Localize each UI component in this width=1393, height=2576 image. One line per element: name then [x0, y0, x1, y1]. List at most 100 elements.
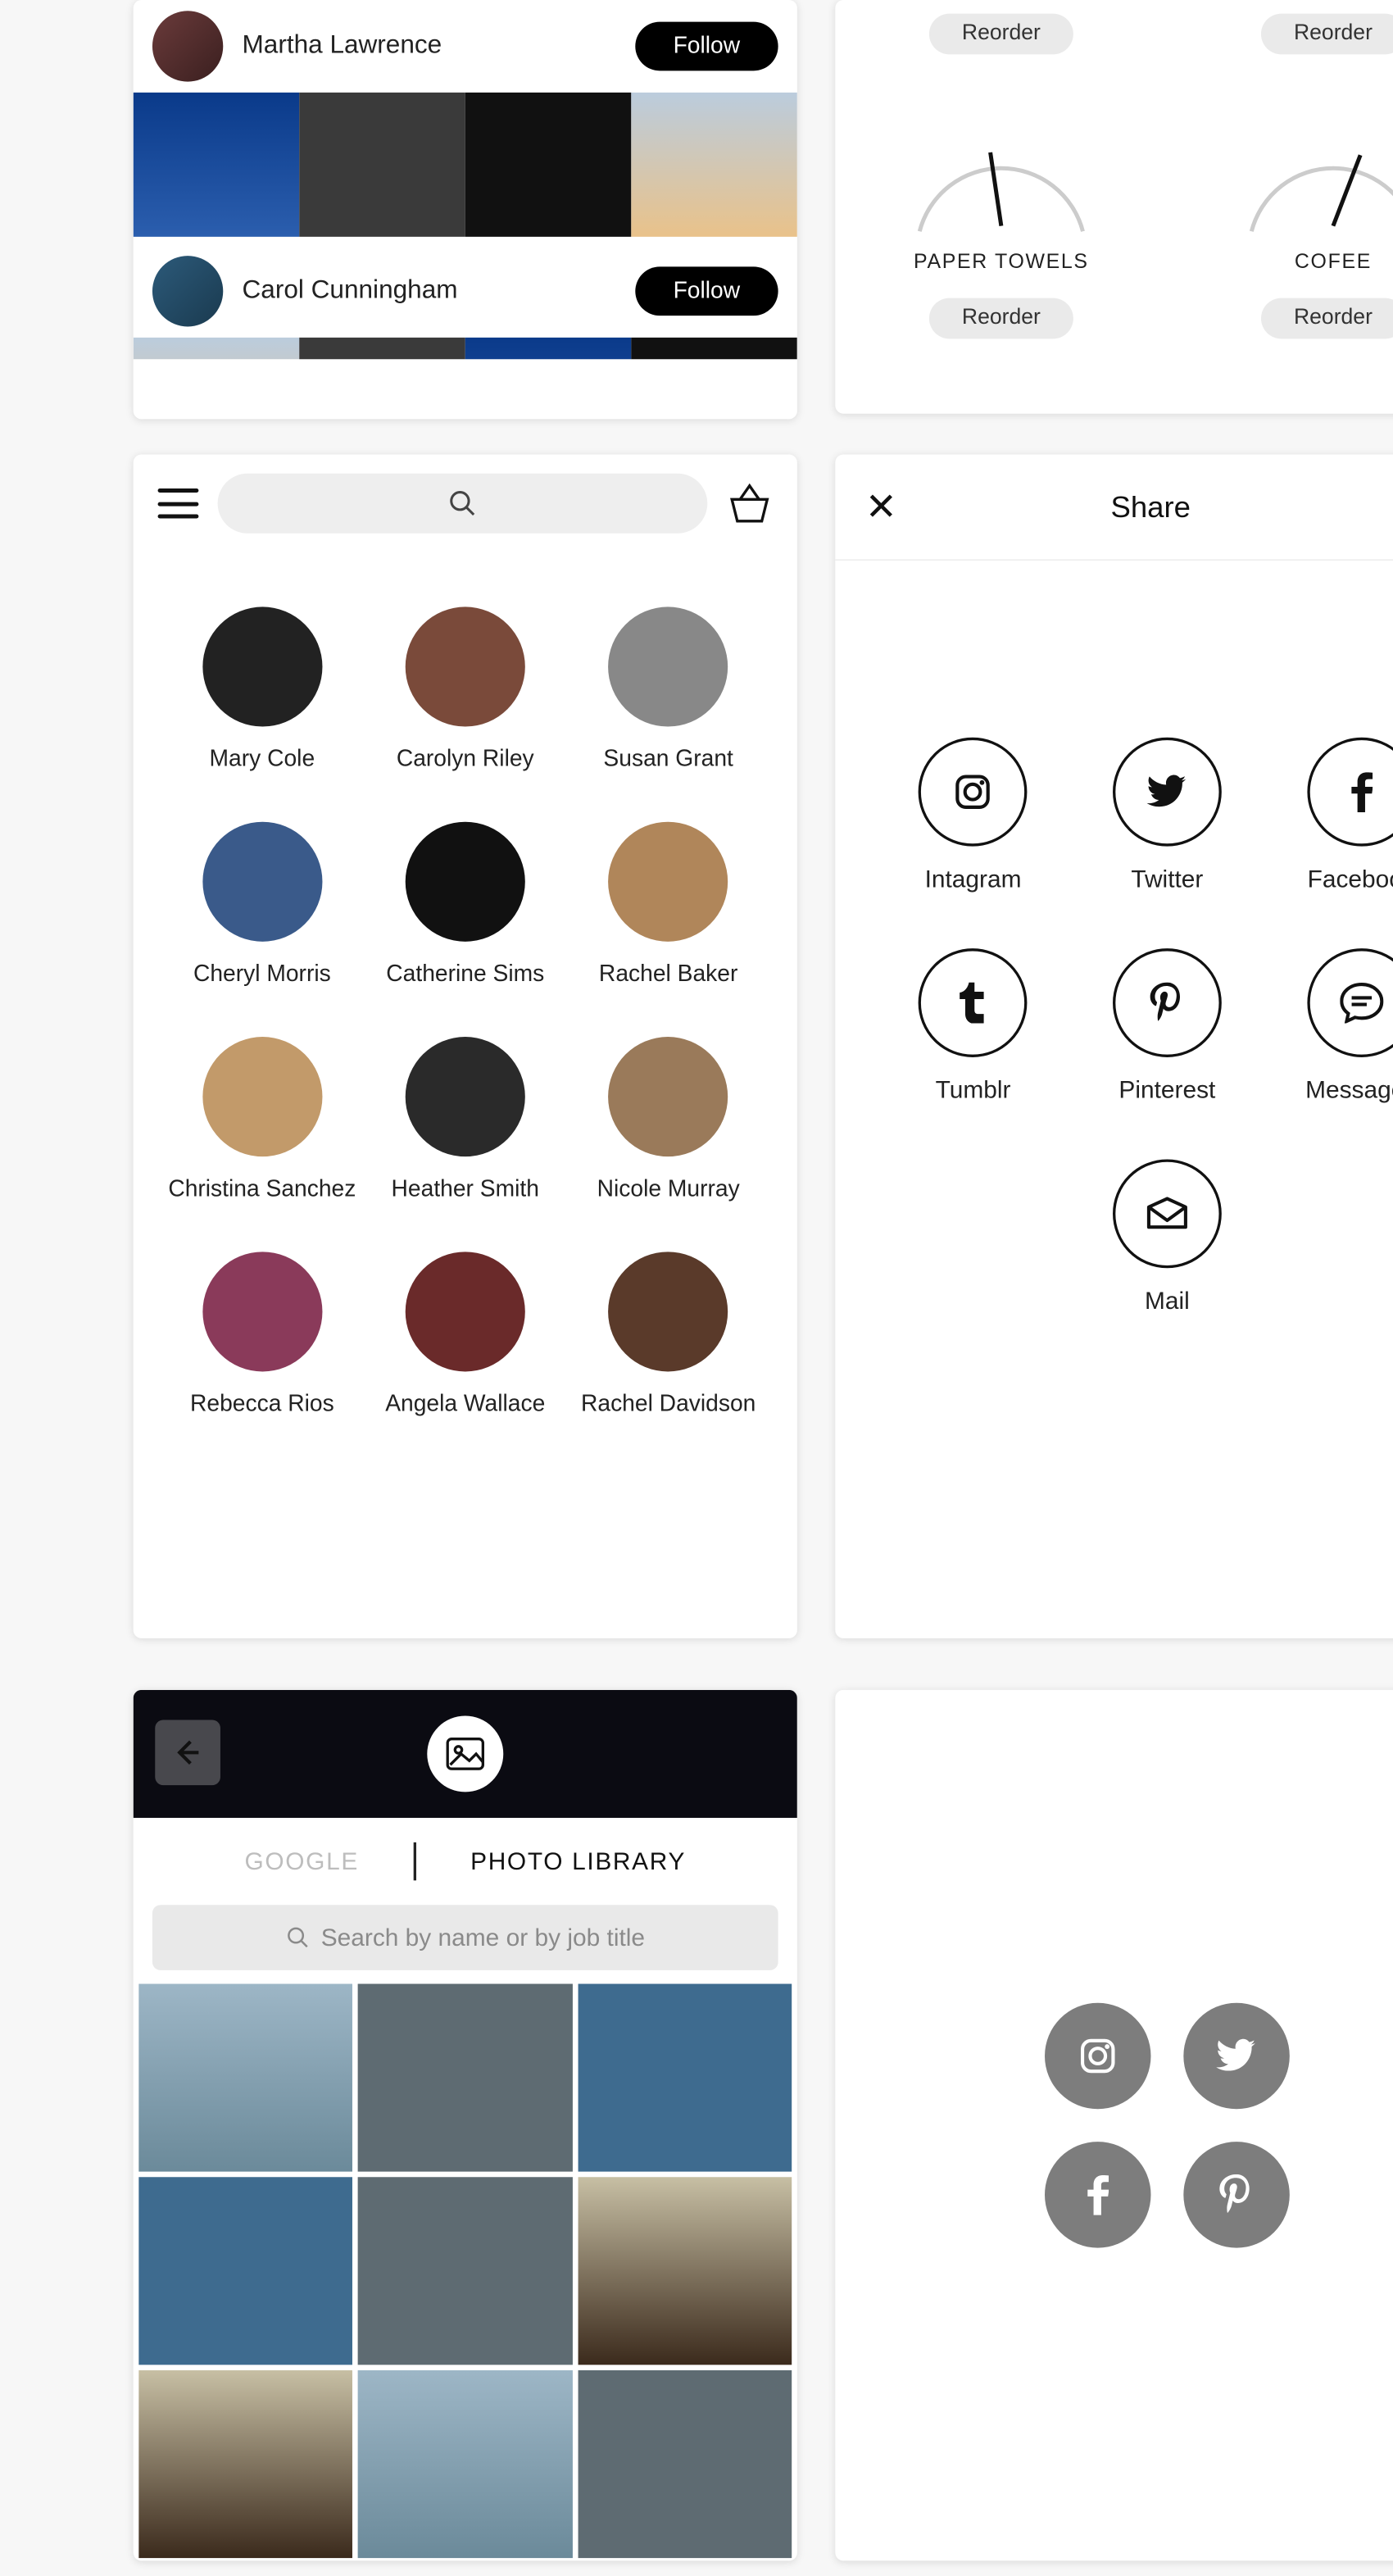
facebook-circle[interactable] [1045, 2142, 1150, 2247]
share-mail[interactable]: Mail [1071, 1159, 1263, 1315]
dial-gauge[interactable] [1238, 128, 1393, 237]
reorder-top-buttons: Reorder Reorder [835, 0, 1393, 79]
avatar[interactable] [152, 11, 223, 81]
share-messages[interactable]: Messages [1265, 948, 1393, 1105]
reorder-item: PAPER TOWELS Reorder [906, 93, 1096, 338]
share-grid: Intagram Twitter Facebook Tumblr Pintere… [835, 561, 1393, 1452]
back-button[interactable] [155, 1720, 220, 1785]
people-grid-panel: Mary ColeCarolyn RileySusan Grant Cheryl… [134, 454, 797, 1638]
pinterest-icon [1150, 983, 1185, 1024]
instagram-circle[interactable] [1045, 2003, 1150, 2109]
social-quad-panel [835, 1690, 1393, 2561]
twitter-icon [1216, 2038, 1257, 2074]
follow-button[interactable]: Follow [635, 22, 778, 71]
photo-thumb[interactable] [138, 1984, 352, 2172]
photo-thumb[interactable] [358, 2370, 572, 2558]
people-grid: Mary ColeCarolyn RileySusan Grant Cheryl… [134, 552, 797, 1499]
user-name: Carol Cunningham [243, 276, 636, 307]
dial-label: COFEE [1295, 250, 1372, 273]
image-icon [447, 1738, 484, 1770]
person[interactable]: Angela Wallace [365, 1252, 565, 1418]
search-placeholder: Search by name or by job title [321, 1924, 645, 1952]
person[interactable]: Cheryl Morris [161, 822, 362, 988]
instagram-icon [953, 771, 994, 812]
dial-gauge[interactable] [906, 128, 1096, 237]
follow-row: Carol Cunningham Follow [134, 245, 797, 338]
person[interactable]: Rachel Davidson [568, 1252, 769, 1418]
thumbnail[interactable] [134, 93, 300, 237]
follow-feed-panel: Martha Lawrence Follow Carol Cunningham … [134, 0, 797, 419]
photo-thumb[interactable] [138, 2177, 352, 2365]
search-input[interactable] [218, 474, 708, 534]
share-pinterest[interactable]: Pinterest [1071, 948, 1263, 1105]
menu-icon[interactable] [158, 488, 199, 519]
reorder-button[interactable]: Reorder [1261, 298, 1393, 339]
thumbnail[interactable] [465, 338, 632, 360]
reorder-item: COFEE Reorder [1238, 93, 1393, 338]
photo-library-panel: GOOGLE PHOTO LIBRARY Search by name or b… [134, 1690, 797, 2561]
search-input[interactable]: Search by name or by job title [152, 1905, 778, 1970]
messages-icon [1340, 983, 1383, 1024]
person[interactable]: Christina Sanchez [161, 1037, 362, 1203]
person[interactable]: Rebecca Rios [161, 1252, 362, 1418]
person[interactable]: Rachel Baker [568, 822, 769, 988]
twitter-circle[interactable] [1183, 2003, 1289, 2109]
person[interactable]: Mary Cole [161, 607, 362, 773]
thumbnail[interactable] [299, 93, 465, 237]
thumbnail[interactable] [299, 338, 465, 360]
search-icon [447, 488, 478, 519]
photo-grid [134, 1984, 797, 2559]
follow-row: Martha Lawrence Follow [134, 0, 797, 93]
person[interactable]: Susan Grant [568, 607, 769, 773]
thumbnail[interactable] [631, 93, 797, 237]
follow-button[interactable]: Follow [635, 266, 778, 316]
thumbnail[interactable] [465, 93, 632, 237]
tabs: GOOGLE PHOTO LIBRARY [134, 1818, 797, 1905]
mail-icon [1146, 1196, 1189, 1231]
person[interactable]: Nicole Murray [568, 1037, 769, 1203]
instagram-icon [1078, 2036, 1118, 2077]
pinterest-icon [1219, 2174, 1255, 2215]
pinterest-circle[interactable] [1183, 2142, 1289, 2247]
photo-thumb[interactable] [578, 2177, 792, 2365]
tumblr-icon [960, 983, 987, 1024]
close-icon[interactable]: ✕ [865, 484, 897, 529]
thumbnail[interactable] [134, 338, 300, 360]
tab-google[interactable]: GOOGLE [244, 1847, 359, 1876]
share-tumblr[interactable]: Tumblr [877, 948, 1069, 1105]
avatar[interactable] [152, 256, 223, 326]
arrow-left-icon [171, 1736, 204, 1769]
share-facebook[interactable]: Facebook [1265, 738, 1393, 894]
reorder-dials: PAPER TOWELS Reorder COFEE Reorder [835, 79, 1393, 363]
facebook-icon [1087, 2174, 1109, 2215]
share-instagram[interactable]: Intagram [877, 738, 1069, 894]
user-name: Martha Lawrence [243, 31, 636, 61]
basket-icon[interactable] [727, 483, 773, 524]
person[interactable]: Carolyn Riley [365, 607, 565, 773]
share-twitter[interactable]: Twitter [1071, 738, 1263, 894]
reorder-button[interactable]: Reorder [929, 14, 1073, 55]
thumbnail-strip [134, 338, 797, 360]
dial-label: PAPER TOWELS [914, 250, 1089, 273]
topbar [134, 454, 797, 552]
facebook-icon [1350, 771, 1373, 812]
person[interactable]: Catherine Sims [365, 822, 565, 988]
photo-thumb[interactable] [138, 2370, 352, 2558]
reorder-button[interactable]: Reorder [1261, 14, 1393, 55]
social-quad [936, 1894, 1393, 2356]
dark-header [134, 1690, 797, 1818]
search-icon [286, 1925, 311, 1950]
photo-thumb[interactable] [578, 2370, 792, 2558]
thumbnail[interactable] [631, 338, 797, 360]
reorder-button[interactable]: Reorder [929, 298, 1073, 339]
person[interactable]: Heather Smith [365, 1037, 565, 1203]
share-panel: ✕ Share Done Intagram Twitter Facebook T… [835, 454, 1393, 1638]
photo-thumb[interactable] [358, 1984, 572, 2172]
photo-thumb[interactable] [578, 1984, 792, 2172]
tab-photo-library[interactable]: PHOTO LIBRARY [470, 1847, 686, 1876]
photo-badge[interactable] [427, 1715, 503, 1792]
share-title: Share [1110, 489, 1190, 525]
photo-thumb[interactable] [358, 2177, 572, 2365]
share-header: ✕ Share Done [835, 454, 1393, 560]
divider [413, 1842, 415, 1880]
